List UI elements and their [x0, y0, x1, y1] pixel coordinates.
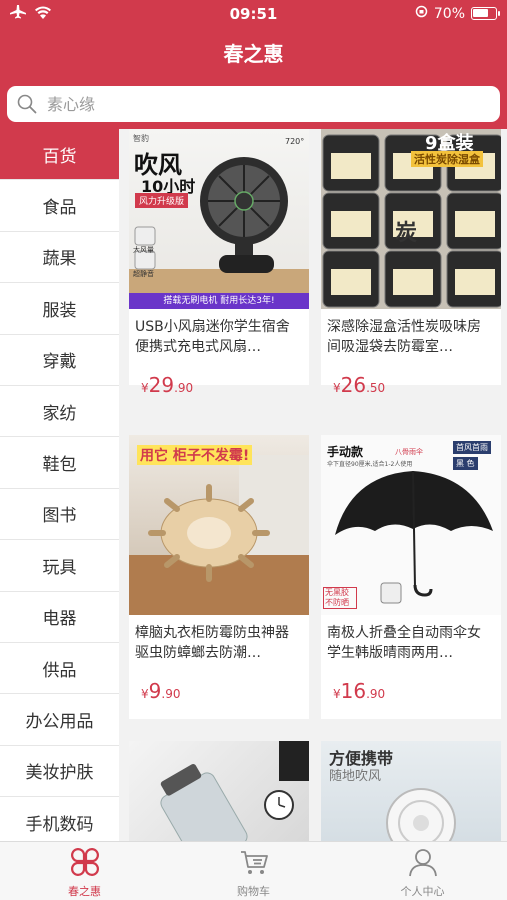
- product-brand-label: 智豹: [133, 134, 149, 143]
- sidebar-item-shipin[interactable]: 食品: [0, 180, 119, 232]
- product-image-camphor[interactable]: 用它 柜子不发霉!: [129, 435, 309, 615]
- sidebar-item-dianqi[interactable]: 电器: [0, 591, 119, 643]
- product-image-subtitle: 随地吹风: [329, 769, 382, 784]
- battery-percent: 70%: [433, 5, 465, 22]
- product-card[interactable]: [129, 741, 309, 841]
- feature-label: 大风量: [133, 246, 154, 254]
- tab-label: 个人中心: [400, 885, 445, 898]
- sidebar-item-shuguo[interactable]: 蔬果: [0, 231, 119, 284]
- product-image-fan[interactable]: 智豹 吹风 10小时 风力升级版 720° 大风量 超静音 搭载无刷电机 耐用长…: [129, 129, 309, 309]
- app-header: 09:51 70% 春之惠: [0, 0, 507, 129]
- sidebar-item-baihuo[interactable]: 百货: [0, 129, 119, 181]
- category-sidebar: 百货 食品 蔬果 服装 穿戴 家纺 鞋包 图书 玩具 电器 供品 办公用品 美妆…: [0, 129, 119, 841]
- status-bar: 09:51 70%: [0, 0, 507, 28]
- product-card[interactable]: 9盒装 活性炭除湿盒 炭 深感除湿盒活性炭吸味房间吸湿袋去防霉室… ¥26.50: [321, 129, 501, 397]
- sidebar-item-fuzhuang[interactable]: 服装: [0, 283, 119, 335]
- product-image-bottle[interactable]: [129, 741, 309, 841]
- product-image-banner: 搭载无刷电机 耐用长达3年!: [129, 293, 309, 309]
- search-bar[interactable]: [7, 86, 500, 122]
- product-card[interactable]: 手动款 伞下直径90厘米,适合1-2人使用 八骨雨伞 首风首雨 黑 色 无黑胶 …: [321, 435, 501, 719]
- product-card[interactable]: 方便携带 随地吹风: [321, 741, 501, 841]
- product-grid: 智豹 吹风 10小时 风力升级版 720° 大风量 超静音 搭载无刷电机 耐用长…: [119, 129, 507, 841]
- product-name[interactable]: 南极人折叠全自动雨伞女学生韩版晴雨两用…: [321, 615, 501, 665]
- tab-label: 购物车: [237, 885, 270, 898]
- orientation-lock-icon: [415, 5, 428, 22]
- sidebar-item-chuandai[interactable]: 穿戴: [0, 334, 119, 386]
- product-image-subtitle: 活性炭除湿盒: [411, 151, 483, 167]
- search-icon: [7, 86, 47, 122]
- product-card[interactable]: 智豹 吹风 10小时 风力升级版 720° 大风量 超静音 搭载无刷电机 耐用长…: [129, 129, 309, 397]
- product-price: ¥16.90: [333, 679, 386, 703]
- tab-home[interactable]: 春之惠: [0, 842, 169, 900]
- product-image-tag: 风力升级版: [135, 193, 189, 208]
- product-image-corner-label: 无黑胶 不防晒: [323, 587, 357, 609]
- product-card[interactable]: 用它 柜子不发霉! 樟脑丸衣柜防霉防虫神器驱虫防蟑螂去防潮… ¥9.90: [129, 435, 309, 719]
- product-image-umbrella[interactable]: 手动款 伞下直径90厘米,适合1-2人使用 八骨雨伞 首风首雨 黑 色 无黑胶 …: [321, 435, 501, 615]
- sidebar-item-tushu[interactable]: 图书: [0, 488, 119, 541]
- product-image-subtitle: 伞下直径90厘米,适合1-2人使用: [327, 461, 413, 468]
- sidebar-item-xiebao[interactable]: 鞋包: [0, 437, 119, 489]
- sidebar-item-wanju[interactable]: 玩具: [0, 540, 119, 592]
- tab-cart[interactable]: 购物车: [169, 842, 338, 900]
- rotation-badge: 720°: [285, 137, 305, 146]
- page-title: 春之惠: [223, 42, 284, 66]
- product-name[interactable]: 深感除湿盒活性炭吸味房间吸湿袋去防霉室…: [321, 309, 501, 359]
- product-name[interactable]: 樟脑丸衣柜防霉防虫神器驱虫防蟑螂去防潮…: [129, 615, 309, 665]
- user-icon: [407, 846, 439, 881]
- product-image-title: 手动款: [327, 445, 364, 459]
- sidebar-item-bangong[interactable]: 办公用品: [0, 694, 119, 746]
- product-image-label: 八骨雨伞: [395, 448, 423, 456]
- sidebar-item-shouji[interactable]: 手机数码: [0, 797, 119, 841]
- product-price: ¥9.90: [141, 679, 181, 703]
- product-price: ¥26.50: [333, 373, 386, 397]
- search-input[interactable]: [47, 94, 500, 114]
- product-image-tag: 黑 色: [453, 457, 478, 470]
- product-price: ¥29.90: [141, 373, 194, 397]
- tab-profile[interactable]: 个人中心: [338, 842, 507, 900]
- bottom-tab-bar: 春之惠 购物车 个人中心: [0, 841, 507, 900]
- battery-icon: [471, 7, 500, 20]
- sidebar-item-jiafang[interactable]: 家纺: [0, 385, 119, 438]
- product-name[interactable]: USB小风扇迷你学生宿舍便携式充电式风扇…: [129, 309, 309, 359]
- sidebar-item-gongpin[interactable]: 供品: [0, 642, 119, 695]
- sidebar-item-meizhuang[interactable]: 美妆护肤: [0, 745, 119, 798]
- product-image-portable-fan[interactable]: 方便携带 随地吹风: [321, 741, 501, 841]
- feature-label: 超静音: [133, 270, 154, 278]
- product-image-tag: 首风首雨: [453, 441, 491, 454]
- product-image-dehumidifier[interactable]: 9盒装 活性炭除湿盒 炭: [321, 129, 501, 309]
- clover-icon: [69, 846, 101, 881]
- product-image-title: 用它 柜子不发霉!: [137, 445, 253, 465]
- product-image-label: 炭: [395, 221, 418, 246]
- cart-icon: [238, 846, 270, 881]
- tab-label: 春之惠: [68, 885, 101, 898]
